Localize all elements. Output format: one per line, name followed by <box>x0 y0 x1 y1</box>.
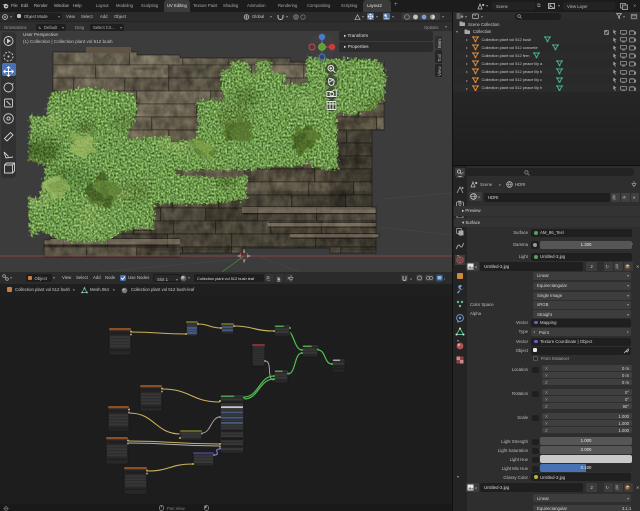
svg-text:▾: ▾ <box>462 171 464 175</box>
svg-text:▾: ▾ <box>410 277 412 282</box>
svg-text:▾: ▾ <box>478 195 480 200</box>
svg-text:▾: ▾ <box>475 486 477 491</box>
svg-text:▾: ▾ <box>475 264 477 269</box>
svg-text:▾: ▾ <box>444 277 445 282</box>
